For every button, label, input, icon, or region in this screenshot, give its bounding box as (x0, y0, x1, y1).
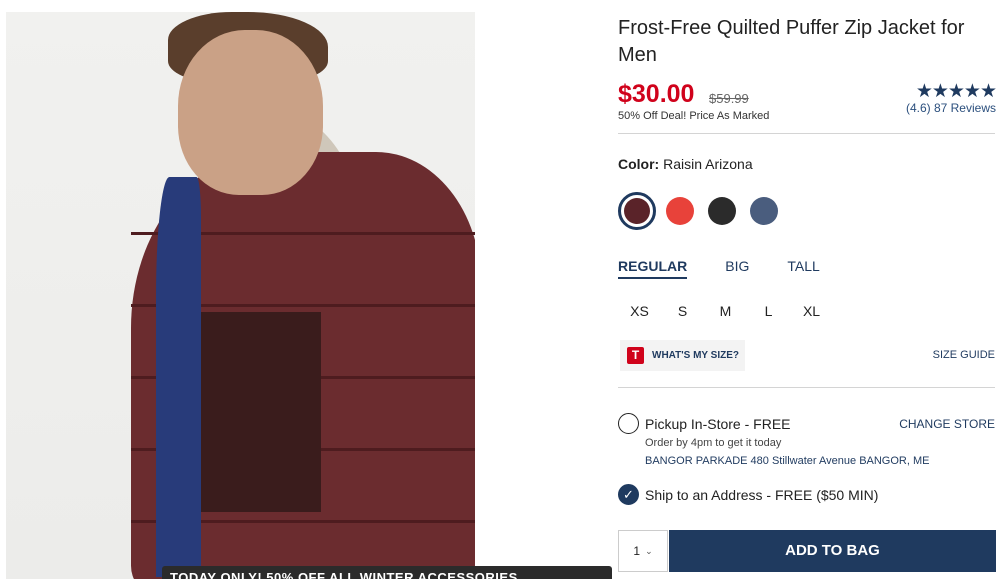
divider (618, 387, 995, 388)
promo-banner[interactable]: TODAY ONLY! 50% OFF ALL WINTER ACCESSORI… (162, 566, 612, 579)
swatch-black[interactable] (708, 197, 736, 225)
whats-my-size-label: WHAT'S MY SIZE? (652, 350, 740, 361)
color-swatches (618, 192, 792, 230)
product-photo[interactable] (6, 12, 475, 579)
photo-model-head (178, 30, 323, 195)
reviews-link[interactable]: (4.6) 87 Reviews (906, 101, 996, 115)
size-options: XS S M L XL (618, 303, 833, 319)
size-xs[interactable]: XS (618, 303, 661, 319)
product-info-panel: Frost-Free Quilted Puffer Zip Jacket for… (618, 0, 996, 579)
tab-big[interactable]: BIG (725, 258, 749, 279)
tab-tall[interactable]: TALL (787, 258, 819, 279)
rating-summary[interactable]: ★★★★★ (4.6) 87 Reviews (906, 81, 996, 116)
ship-radio[interactable]: ✓ (618, 484, 639, 505)
selected-color-name: Raisin Arizona (663, 156, 753, 172)
color-label: Color: Raisin Arizona (618, 156, 753, 172)
fit-tabs: REGULAR BIG TALL (618, 258, 858, 279)
product-title: Frost-Free Quilted Puffer Zip Jacket for… (618, 17, 965, 66)
size-guide-link[interactable]: SIZE GUIDE (933, 349, 995, 361)
product-image-column: TODAY ONLY! 50% OFF ALL WINTER ACCESSORI… (0, 0, 612, 579)
store-address-link[interactable]: BANGOR PARKADE 480 Stillwater Avenue BAN… (645, 455, 929, 467)
order-by-text: Order by 4pm to get it today (645, 437, 782, 449)
size-s[interactable]: S (661, 303, 704, 319)
ship-label: Ship to an Address - FREE ($50 MIN) (645, 487, 879, 503)
pickup-label: Pickup In-Store - FREE (645, 416, 791, 432)
swatch-raisin-arizona[interactable] (618, 192, 656, 230)
deal-text: 50% Off Deal! Price As Marked (618, 110, 770, 122)
photo-shirt (201, 312, 321, 512)
true-fit-icon: T (627, 347, 644, 364)
checkmark-icon: ✓ (623, 487, 634, 502)
quantity-select[interactable]: 1 ⌄ (618, 530, 668, 572)
add-to-bag-button[interactable]: ADD TO BAG (669, 530, 996, 572)
size-l[interactable]: L (747, 303, 790, 319)
original-price: $59.99 (709, 91, 749, 106)
sale-price: $30.00 (618, 80, 695, 108)
photo-jacket-lining (156, 177, 201, 577)
color-label-prefix: Color: (618, 156, 660, 172)
quantity-value: 1 (633, 544, 641, 558)
change-store-link[interactable]: CHANGE STORE (899, 417, 995, 431)
swatch-red[interactable] (666, 197, 694, 225)
whats-my-size-button[interactable]: T WHAT'S MY SIZE? (620, 340, 746, 371)
size-m[interactable]: M (704, 303, 747, 319)
star-rating-icon: ★★★★★ (915, 81, 996, 102)
pickup-radio[interactable] (618, 413, 639, 434)
swatch-navy[interactable] (750, 197, 778, 225)
chevron-down-icon: ⌄ (645, 545, 653, 556)
divider (618, 133, 995, 134)
tab-regular[interactable]: REGULAR (618, 258, 688, 279)
size-xl[interactable]: XL (790, 303, 833, 319)
